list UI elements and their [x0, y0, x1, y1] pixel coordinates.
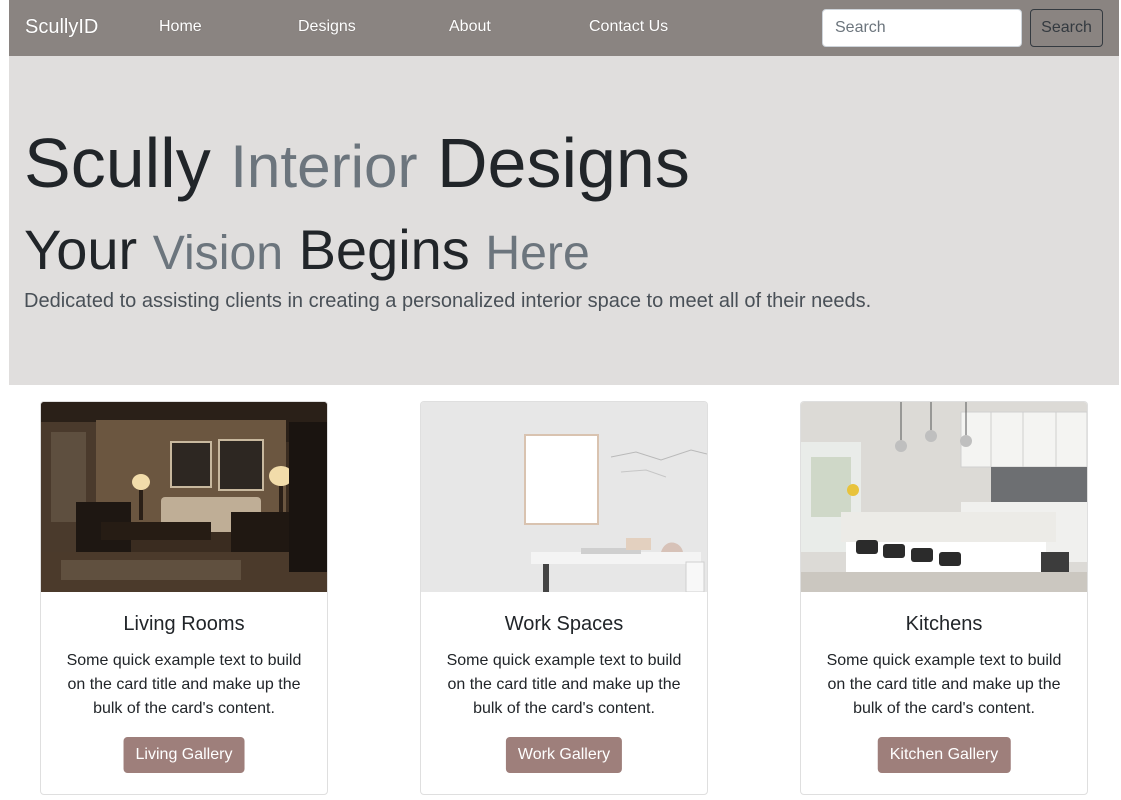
hero-subtitle-word: Begins: [298, 218, 470, 281]
card-living-rooms: Living Rooms Some quick example text to …: [40, 401, 328, 795]
work-gallery-button[interactable]: Work Gallery: [505, 737, 623, 773]
hero-jumbotron: Scully Interior Designs Your Vision Begi…: [9, 56, 1119, 385]
kitchen-gallery-button[interactable]: Kitchen Gallery: [877, 737, 1011, 773]
living-room-image: [41, 402, 327, 592]
hero-subtitle-word: Your: [24, 218, 138, 281]
card-title: Kitchens: [905, 613, 983, 635]
nav-link-designs[interactable]: Designs: [298, 18, 356, 36]
work-space-image: [421, 402, 707, 592]
brand-logo[interactable]: ScullyID: [25, 16, 98, 39]
hero-title-word: Designs: [436, 124, 690, 202]
hero-subtitle: Your Vision Begins Here: [24, 222, 590, 278]
card-work-spaces: Work Spaces Some quick example text to b…: [420, 401, 708, 795]
hero-lead-text: Dedicated to assisting clients in creati…: [24, 290, 872, 312]
search-button[interactable]: Search: [1030, 9, 1103, 47]
living-gallery-button[interactable]: Living Gallery: [123, 737, 245, 773]
card-title: Living Rooms: [123, 613, 245, 635]
hero-title: Scully Interior Designs: [24, 128, 690, 198]
kitchen-image: [801, 402, 1087, 592]
navbar: ScullyID Home Designs About Contact Us S…: [9, 0, 1119, 56]
nav-link-home[interactable]: Home: [159, 18, 202, 36]
hero-title-word-muted: Interior: [230, 133, 418, 200]
card-text: Some quick example text to build on the …: [826, 652, 1062, 717]
hero-subtitle-word-muted: Here: [485, 226, 590, 280]
card-title: Work Spaces: [504, 613, 624, 635]
card-kitchens: Kitchens Some quick example text to buil…: [800, 401, 1088, 795]
hero-subtitle-word-muted: Vision: [152, 226, 284, 280]
nav-link-about[interactable]: About: [449, 18, 491, 36]
card-text: Some quick example text to build on the …: [66, 652, 302, 717]
search-input[interactable]: [822, 9, 1022, 47]
card-text: Some quick example text to build on the …: [446, 652, 682, 717]
nav-link-contact-us[interactable]: Contact Us: [589, 18, 668, 36]
hero-title-word: Scully: [24, 124, 211, 202]
